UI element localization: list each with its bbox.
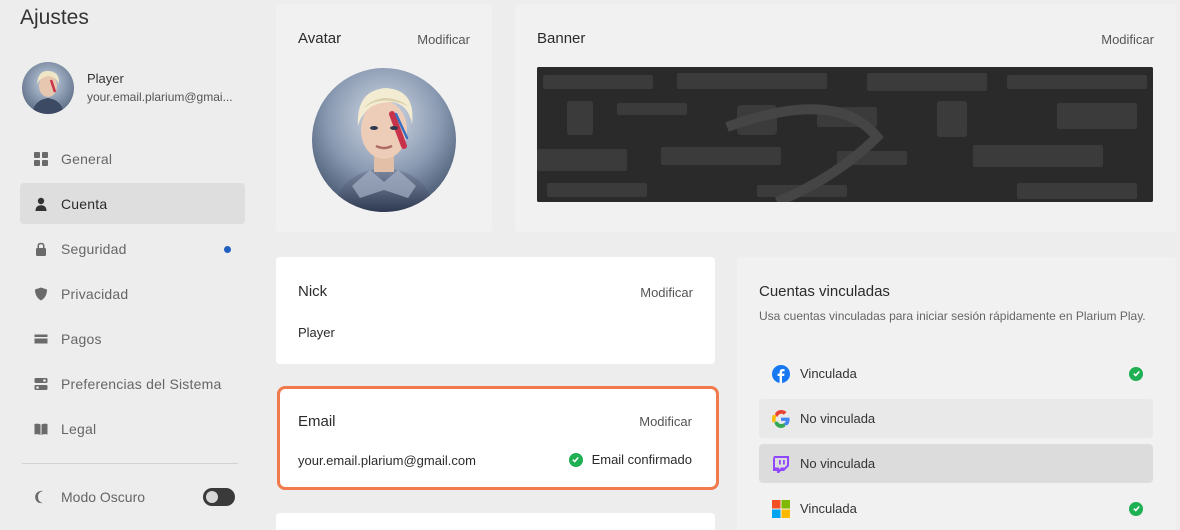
dark-mode-row: Modo Oscuro <box>33 488 235 506</box>
avatar-image <box>312 68 456 212</box>
nick-title: Nick <box>298 283 328 300</box>
profile-name: Player <box>87 70 124 86</box>
avatar-title: Avatar <box>298 30 342 47</box>
check-circle-icon <box>1129 501 1143 516</box>
linked-account-status: No vinculada <box>800 456 876 471</box>
linked-account-status: Vinculada <box>800 501 857 516</box>
sidebar: Ajustes Player your.email.plarium@gmai..… <box>0 0 260 530</box>
dark-mode-label: Modo Oscuro <box>61 489 146 505</box>
avatar-modify-button[interactable]: Modificar <box>417 32 470 47</box>
lock-icon <box>33 241 49 257</box>
linked-accounts-description: Usa cuentas vinculadas para iniciar sesi… <box>759 309 1146 323</box>
email-card: Email Modificar your.email.plarium@gmail… <box>277 386 719 490</box>
google-icon <box>772 409 790 428</box>
twitch-icon <box>772 455 790 473</box>
sidebar-item-legal[interactable]: Legal <box>20 408 245 449</box>
sidebar-item-label: Cuenta <box>61 195 108 212</box>
sidebar-item-label: Privacidad <box>61 285 129 302</box>
sidebar-item-general[interactable]: General <box>20 138 245 179</box>
sidebar-item-label: General <box>61 150 113 167</box>
card-icon <box>33 331 49 347</box>
sidebar-item-pagos[interactable]: Pagos <box>20 318 245 359</box>
moon-icon <box>33 489 49 505</box>
notification-badge <box>224 246 231 253</box>
banner-card: Banner Modificar <box>515 4 1176 232</box>
banner-modify-button[interactable]: Modificar <box>1101 32 1154 47</box>
sidebar-item-seguridad[interactable]: Seguridad <box>20 228 245 269</box>
linked-account-facebook[interactable]: Vinculada <box>759 354 1153 393</box>
check-circle-icon <box>1129 366 1143 381</box>
profile-email: your.email.plarium@gmai... <box>87 89 233 104</box>
linked-account-microsoft[interactable]: Vinculada <box>759 489 1153 528</box>
facebook-icon <box>772 364 790 383</box>
linked-account-status: Vinculada <box>800 366 857 381</box>
nick-value: Player <box>298 325 335 340</box>
sidebar-item-privacidad[interactable]: Privacidad <box>20 273 245 314</box>
book-icon <box>33 421 49 437</box>
sidebar-item-cuenta[interactable]: Cuenta <box>20 183 245 224</box>
settings-toggle-icon <box>33 376 49 392</box>
sidebar-item-preferencias[interactable]: Preferencias del Sistema <box>20 363 245 404</box>
avatar <box>22 62 74 114</box>
linked-accounts-title: Cuentas vinculadas <box>759 283 890 300</box>
email-status-label: Email confirmado <box>591 452 692 467</box>
linked-account-twitch[interactable]: No vinculada <box>759 444 1153 483</box>
sidebar-item-label: Preferencias del Sistema <box>61 375 222 392</box>
banner-image <box>537 67 1153 202</box>
sidebar-item-label: Pagos <box>61 330 102 347</box>
sidebar-divider <box>22 463 238 464</box>
email-value: your.email.plarium@gmail.com <box>298 453 476 468</box>
profile-summary[interactable]: Player your.email.plarium@gmai... <box>22 62 247 114</box>
linked-account-status: No vinculada <box>800 411 876 426</box>
sidebar-nav: General Cuenta Seguridad Privacidad Pago… <box>20 138 245 453</box>
microsoft-icon <box>772 499 790 518</box>
next-card <box>276 513 715 530</box>
sidebar-item-label: Seguridad <box>61 240 127 257</box>
linked-account-google[interactable]: No vinculada <box>759 399 1153 438</box>
sidebar-item-label: Legal <box>61 420 97 437</box>
check-circle-icon <box>568 452 583 467</box>
user-icon <box>33 196 49 212</box>
linked-accounts-list: Vinculada No vinculada No vinculada Vinc… <box>759 354 1153 530</box>
email-modify-button[interactable]: Modificar <box>639 414 692 429</box>
grid-icon <box>33 151 49 167</box>
banner-title: Banner <box>537 30 586 47</box>
nick-modify-button[interactable]: Modificar <box>640 285 693 300</box>
nick-card: Nick Modificar Player <box>276 257 715 364</box>
avatar-card: Avatar Modificar <box>276 4 492 232</box>
page-title: Ajustes <box>20 6 89 29</box>
email-title: Email <box>298 413 336 430</box>
linked-accounts-card: Cuentas vinculadas Usa cuentas vinculada… <box>737 257 1176 530</box>
dark-mode-toggle[interactable] <box>203 488 235 506</box>
shield-icon <box>33 286 49 302</box>
email-status: Email confirmado <box>568 452 692 467</box>
